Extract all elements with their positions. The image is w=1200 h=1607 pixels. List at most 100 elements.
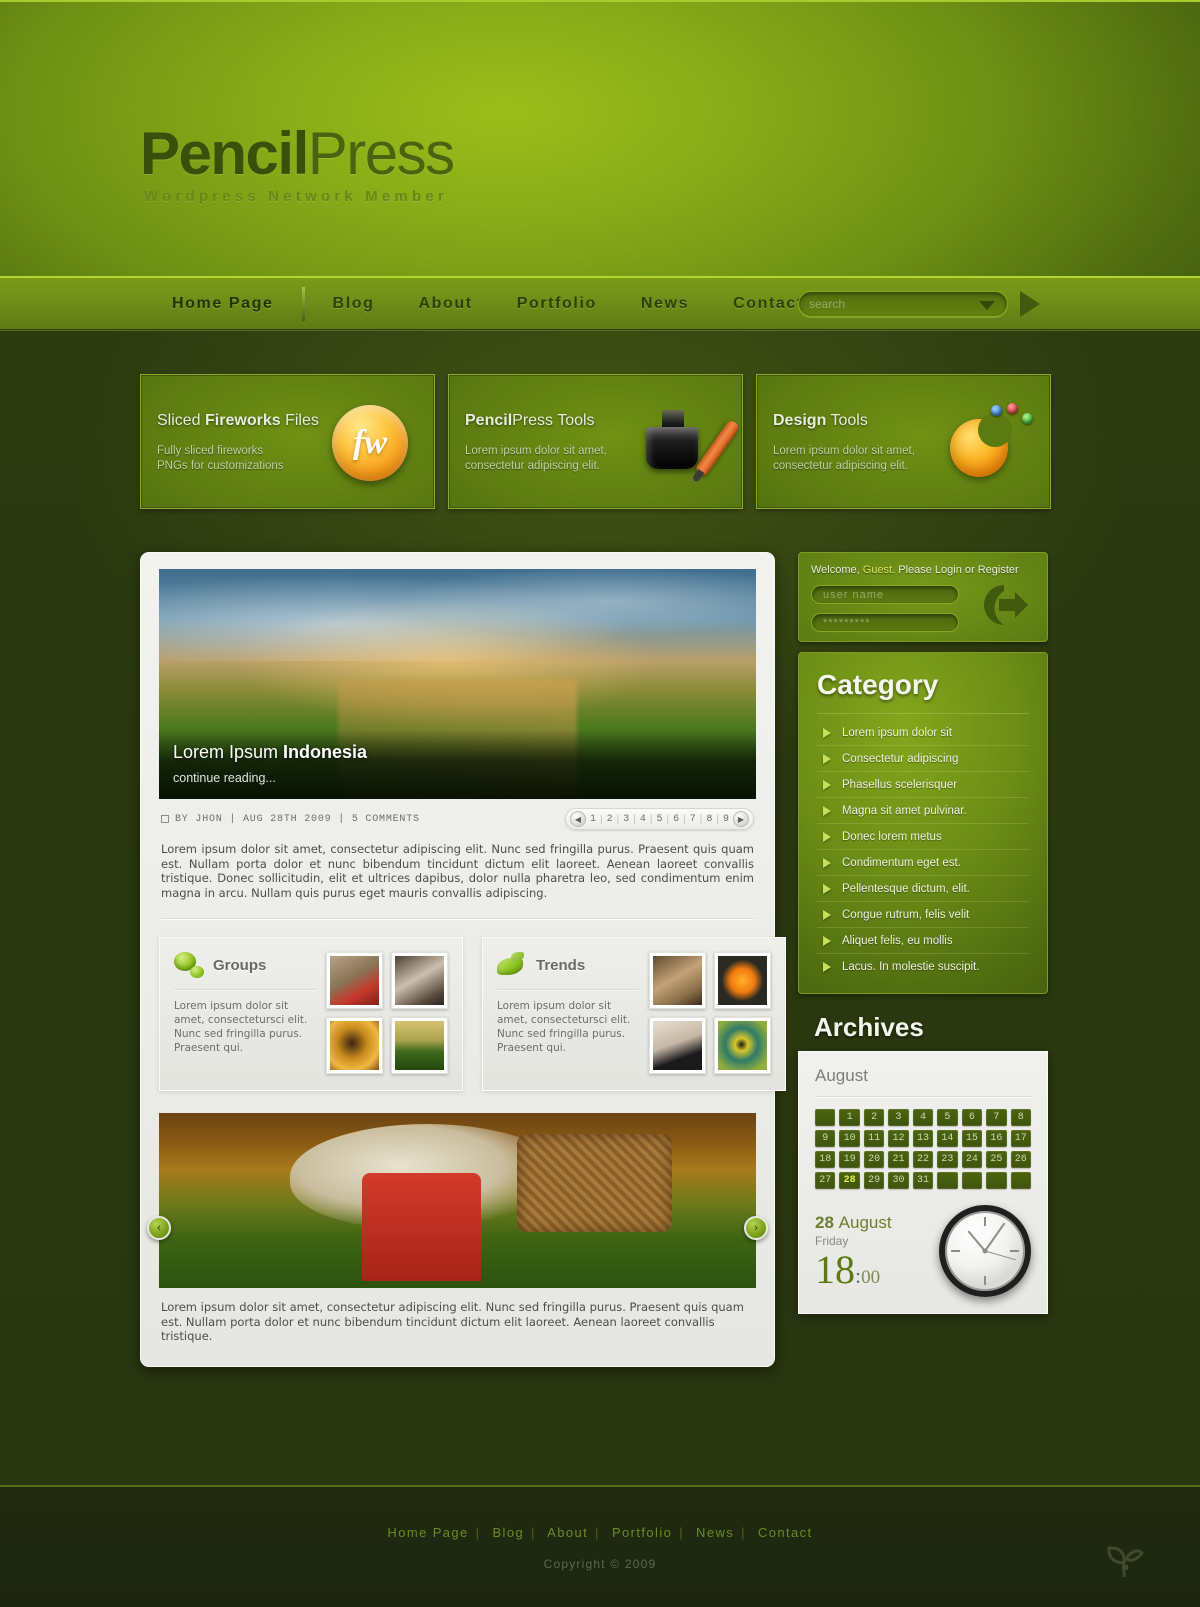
- category-item-10[interactable]: Lacus. In molestie suscipit.: [817, 954, 1029, 979]
- username-input[interactable]: [823, 588, 947, 601]
- calendar-day-10[interactable]: 10: [839, 1130, 860, 1147]
- password-field[interactable]: [811, 613, 959, 632]
- calendar-day-23[interactable]: 23: [937, 1151, 958, 1168]
- copyright-text: Copyright © 2009: [543, 1557, 657, 1571]
- calendar-day-12[interactable]: 12: [888, 1130, 909, 1147]
- calendar-day-7[interactable]: 7: [986, 1109, 1007, 1126]
- pagination-page-7[interactable]: 7: [686, 814, 700, 825]
- nav-item-home-page[interactable]: Home Page: [150, 295, 296, 313]
- pagination-next-button[interactable]: ▶: [733, 811, 749, 827]
- nav-item-about[interactable]: About: [397, 295, 495, 313]
- category-item-1[interactable]: Lorem ipsum dolor sit: [817, 720, 1029, 746]
- login-welcome-message: Welcome, Guest. Please Login or Register: [811, 564, 1019, 576]
- category-item-8[interactable]: Congue rutrum, felis velit: [817, 902, 1029, 928]
- calendar-day-26[interactable]: 26: [1010, 1151, 1031, 1168]
- feature-box-fireworks[interactable]: Sliced Fireworks Files Fully sliced fire…: [140, 374, 435, 509]
- continue-reading-link[interactable]: continue reading...: [173, 771, 742, 785]
- post-meta-text: BY JHON | AUG 28TH 2009 | 5 COMMENTS: [175, 813, 420, 825]
- pagination-page-6[interactable]: 6: [669, 814, 683, 825]
- calendar-day-24[interactable]: 24: [961, 1151, 983, 1168]
- calendar-day-11[interactable]: 11: [863, 1130, 885, 1147]
- thumb-portrait-bw[interactable]: [391, 952, 448, 1009]
- feature-box-pencilpress-tools[interactable]: PencilPress Tools Lorem ipsum dolor sit …: [448, 374, 743, 509]
- chevron-down-icon[interactable]: [979, 301, 995, 310]
- search-submit-button[interactable]: [1020, 291, 1040, 317]
- nav-item-portfolio[interactable]: Portfolio: [495, 295, 619, 313]
- calendar-day-16[interactable]: 16: [986, 1130, 1007, 1147]
- category-item-3[interactable]: Phasellus scelerisquer: [817, 772, 1029, 798]
- nav-item-blog[interactable]: Blog: [311, 295, 397, 313]
- thumb-face-leaf[interactable]: [649, 952, 706, 1009]
- category-item-4[interactable]: Magna sit amet pulvinar.: [817, 798, 1029, 824]
- thumb-ink-drop[interactable]: [649, 1017, 706, 1074]
- search-input[interactable]: [809, 297, 969, 311]
- hero-post[interactable]: Lorem Ipsum Indonesia continue reading..…: [159, 569, 756, 799]
- pagination-page-4[interactable]: 4: [636, 814, 650, 825]
- password-input[interactable]: [823, 616, 947, 629]
- calendar-day-9[interactable]: 9: [815, 1130, 836, 1147]
- calendar-day-27[interactable]: 27: [815, 1172, 836, 1189]
- fireworks-icon: fw: [332, 401, 416, 485]
- category-item-label: Donec lorem metus: [842, 831, 942, 843]
- pagination-page-8[interactable]: 8: [702, 814, 716, 825]
- thumb-lone-tree[interactable]: [391, 1017, 448, 1074]
- calendar-day-18[interactable]: 18: [815, 1151, 836, 1168]
- calendar-day-20[interactable]: 20: [863, 1151, 885, 1168]
- calendar-day-28[interactable]: 28: [839, 1172, 860, 1189]
- carousel-image: [159, 1113, 756, 1288]
- search-box[interactable]: [798, 291, 1008, 317]
- category-item-7[interactable]: Pellentesque dictum, elit.: [817, 876, 1029, 902]
- calendar-day-8[interactable]: 8: [1010, 1109, 1031, 1126]
- triangle-bullet-icon: [823, 962, 831, 972]
- calendar-day-14[interactable]: 14: [937, 1130, 958, 1147]
- calendar-day-21[interactable]: 21: [888, 1151, 909, 1168]
- category-item-5[interactable]: Donec lorem metus: [817, 824, 1029, 850]
- footer-link-home-page[interactable]: Home Page: [387, 1525, 468, 1540]
- calendar-day-19[interactable]: 19: [839, 1151, 860, 1168]
- footer-link-contact[interactable]: Contact: [758, 1525, 813, 1540]
- pagination-page-2[interactable]: 2: [603, 814, 617, 825]
- category-item-2[interactable]: Consectetur adipiscing: [817, 746, 1029, 772]
- thumb-red-shoe[interactable]: [326, 952, 383, 1009]
- calendar-day-6[interactable]: 6: [961, 1109, 983, 1126]
- calendar-day-15[interactable]: 15: [961, 1130, 983, 1147]
- footer-link-portfolio[interactable]: Portfolio: [612, 1525, 672, 1540]
- leaf-icon: [497, 952, 527, 978]
- calendar-day-29[interactable]: 29: [863, 1172, 885, 1189]
- footer-link-about[interactable]: About: [547, 1525, 588, 1540]
- calendar-day-4[interactable]: 4: [912, 1109, 934, 1126]
- calendar-day-1[interactable]: 1: [839, 1109, 860, 1126]
- site-logo[interactable]: PencilPress Wordpress Network Member: [140, 124, 455, 206]
- category-item-6[interactable]: Condimentum eget est.: [817, 850, 1029, 876]
- thumb-orange-slice[interactable]: [714, 952, 771, 1009]
- calendar-day-22[interactable]: 22: [912, 1151, 934, 1168]
- current-date: 28 August: [815, 1212, 892, 1232]
- carousel-next-button[interactable]: ›: [744, 1216, 768, 1241]
- footer-link-news[interactable]: News: [696, 1525, 734, 1540]
- thumb-golden-eye[interactable]: [326, 1017, 383, 1074]
- nav-item-news[interactable]: News: [619, 295, 711, 313]
- logo-accent: Press: [307, 120, 455, 187]
- feature-box-design-tools[interactable]: Design Tools Lorem ipsum dolor sit amet,…: [756, 374, 1051, 509]
- calendar-day-2[interactable]: 2: [863, 1109, 885, 1126]
- calendar-day-5[interactable]: 5: [937, 1109, 958, 1126]
- category-item-label: Lorem ipsum dolor sit: [842, 727, 952, 739]
- login-arrow-icon[interactable]: [979, 580, 1029, 630]
- calendar-day-13[interactable]: 13: [912, 1130, 934, 1147]
- footer-separator: |: [475, 1525, 481, 1540]
- thumb-green-eye[interactable]: [714, 1017, 771, 1074]
- pagination-page-9[interactable]: 9: [719, 814, 733, 825]
- pagination-page-5[interactable]: 5: [652, 814, 666, 825]
- carousel-prev-button[interactable]: ‹: [147, 1216, 171, 1241]
- pagination-prev-button[interactable]: ◀: [569, 811, 586, 827]
- pagination-page-1[interactable]: 1: [586, 814, 600, 825]
- pagination-page-3[interactable]: 3: [619, 814, 633, 825]
- username-field[interactable]: [811, 585, 959, 604]
- calendar-day-25[interactable]: 25: [986, 1151, 1007, 1168]
- calendar-day-30[interactable]: 30: [888, 1172, 909, 1189]
- footer-link-blog[interactable]: Blog: [492, 1525, 524, 1540]
- calendar-day-3[interactable]: 3: [888, 1109, 909, 1126]
- category-item-9[interactable]: Aliquet felis, eu mollis: [817, 928, 1029, 954]
- calendar-day-31[interactable]: 31: [912, 1172, 934, 1189]
- calendar-day-17[interactable]: 17: [1010, 1130, 1031, 1147]
